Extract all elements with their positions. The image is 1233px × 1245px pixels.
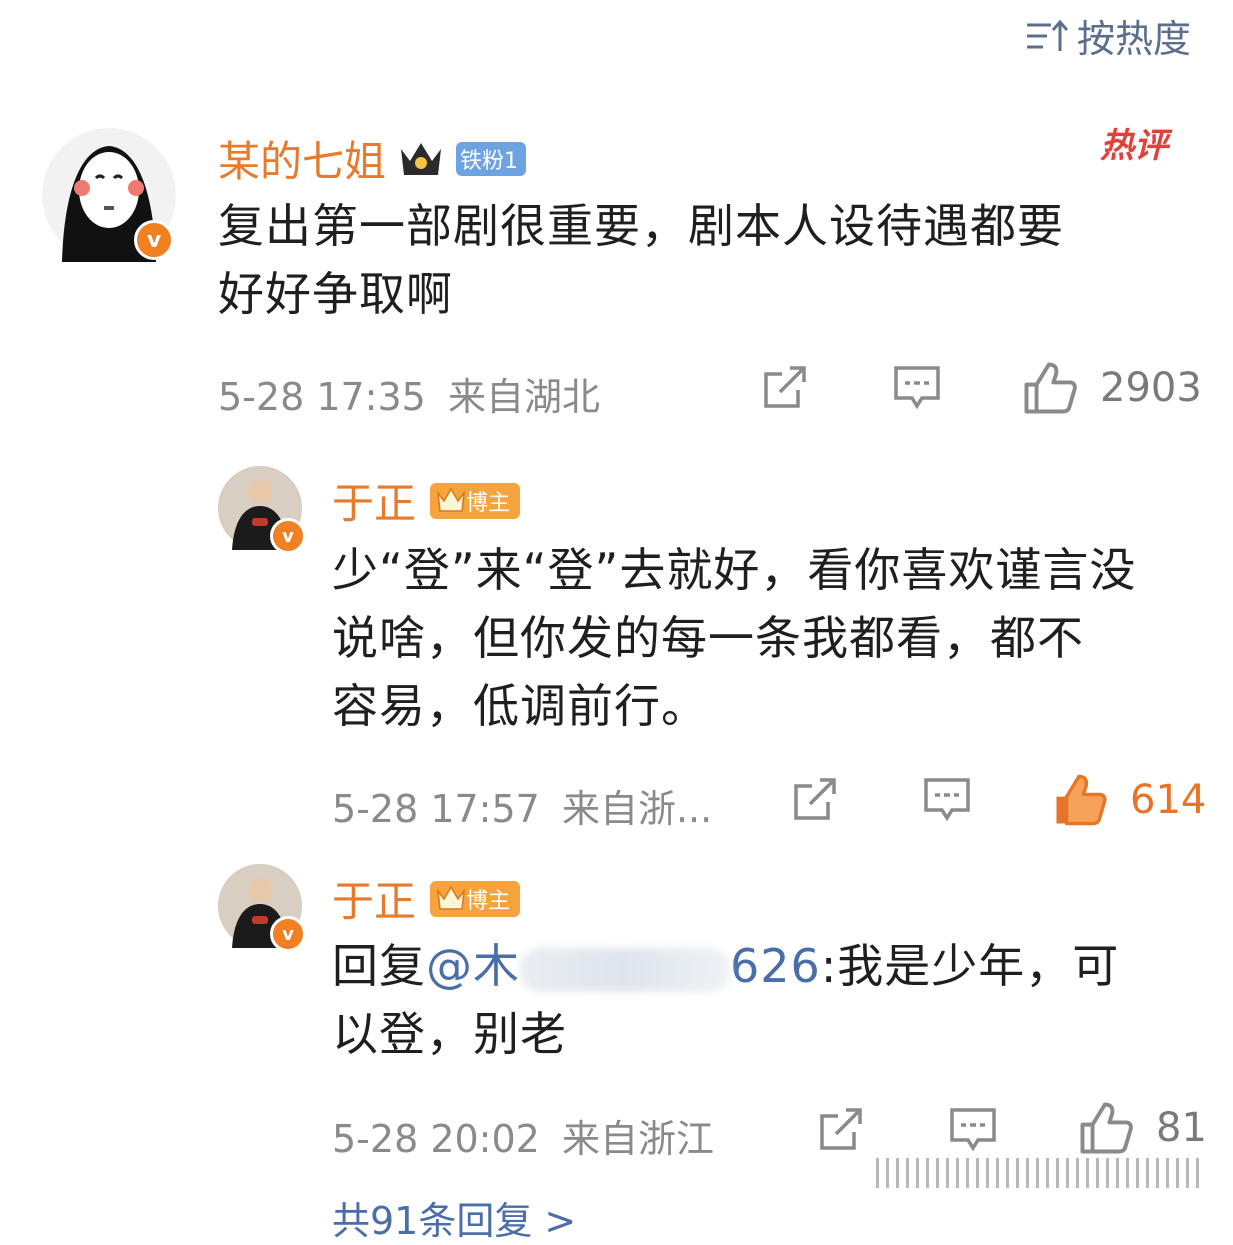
hot-comment-tag: 热评 — [1100, 126, 1168, 166]
mention-end: 626 — [730, 939, 821, 993]
comment-button[interactable] — [922, 774, 972, 828]
sort-label: 按热度 — [1077, 17, 1192, 61]
avatar[interactable]: v — [42, 128, 176, 262]
comment-text-line: 复出第一部剧很重要，剧本人设待遇都要 — [218, 199, 1064, 253]
mention-link[interactable]: @木 626 — [426, 939, 821, 993]
reply-location: 来自浙江 — [561, 1117, 714, 1161]
reply-username[interactable]: 于正 — [332, 470, 416, 531]
like-count: 2903 — [1100, 365, 1202, 411]
reply-after: :我是少年，可 — [820, 939, 1120, 993]
like-button[interactable]: 614 — [1052, 772, 1206, 828]
reply-text-line: 容易，低调前行。 — [332, 679, 708, 733]
reply-username[interactable]: 于正 — [332, 868, 416, 929]
share-icon — [794, 778, 836, 820]
comment-icon — [950, 1108, 996, 1152]
reply-text-line: 说啥，但你发的每一条我都看，都不 — [332, 611, 1084, 665]
share-button[interactable] — [816, 1104, 866, 1158]
sort-icon — [1027, 19, 1069, 51]
sort-by-heat-button[interactable]: 按热度 — [1025, 8, 1191, 63]
blogger-crown-icon — [436, 487, 466, 512]
verified-badge-icon: v — [134, 220, 174, 260]
thumbs-up-icon — [1024, 362, 1077, 414]
blogger-badge-label: 博主 — [466, 888, 511, 914]
share-icon — [820, 1108, 862, 1150]
reply-time: 5-28 20:02 — [332, 1117, 540, 1161]
comment-button[interactable] — [892, 362, 942, 416]
reply-text-line: 回复@木 626:我是少年，可 — [332, 932, 1212, 1000]
like-button[interactable]: 81 — [1078, 1100, 1207, 1156]
reply-prefix: 回复 — [332, 939, 426, 993]
comment-text-line: 好好争取啊 — [218, 267, 453, 321]
share-button[interactable] — [790, 774, 840, 828]
comment-icon — [924, 778, 970, 822]
reply-time: 5-28 17:57 — [332, 787, 540, 831]
blogger-crown-icon — [436, 885, 466, 910]
blogger-badge: 博主 — [430, 482, 521, 519]
comment-username[interactable]: 某的七姐 — [218, 128, 386, 189]
reply-location: 来自浙... — [561, 787, 713, 831]
share-icon — [764, 366, 806, 408]
like-button[interactable]: 2903 — [1022, 360, 1202, 416]
blogger-badge: 博主 — [430, 880, 521, 917]
blogger-badge-label: 博主 — [466, 490, 511, 516]
avatar[interactable]: v — [218, 864, 306, 952]
comment-location: 来自湖北 — [447, 375, 600, 419]
like-count: 81 — [1156, 1105, 1207, 1151]
reply-text-line: 以登，别老 — [332, 1007, 567, 1061]
comment-button[interactable] — [948, 1104, 998, 1158]
comment-time: 5-28 17:35 — [218, 375, 426, 419]
crown-icon — [401, 142, 442, 175]
avatar[interactable]: v — [218, 466, 306, 554]
thumbs-up-filled-icon — [1056, 774, 1107, 826]
mention-start: @木 — [426, 939, 520, 993]
verified-badge-icon: v — [270, 518, 306, 554]
comment-icon — [894, 366, 940, 410]
watermark — [876, 1158, 1202, 1188]
reply-text-line: 少“登”来“登”去就好，看你喜欢谨言没 — [332, 543, 1137, 597]
share-button[interactable] — [760, 362, 810, 416]
verified-badge-icon: v — [270, 916, 306, 952]
thumbs-up-icon — [1080, 1102, 1133, 1154]
blurred-username — [520, 947, 730, 992]
like-count: 614 — [1130, 777, 1207, 823]
fan-level-badge: 铁粉1 — [456, 141, 527, 176]
